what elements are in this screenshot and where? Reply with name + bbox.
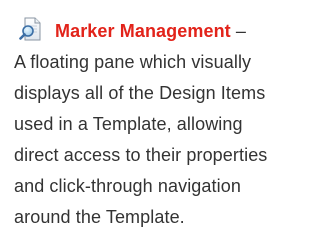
- description-line: A floating pane which visually: [14, 52, 252, 72]
- description-line: displays all of the Design Items: [14, 83, 266, 103]
- marker-management-icon: [19, 17, 43, 41]
- description-line: and click-through navigation: [14, 176, 241, 196]
- description-line: direct access to their properties: [14, 145, 268, 165]
- description-line: used in a Template, allowing: [14, 114, 243, 134]
- feature-entry: Marker Management – A floating pane whic…: [14, 16, 324, 233]
- entry-title: Marker Management: [55, 21, 231, 41]
- title-separator: –: [230, 21, 246, 41]
- entry-heading-line: Marker Management –: [14, 16, 324, 47]
- description-line: around the Template.: [14, 207, 185, 227]
